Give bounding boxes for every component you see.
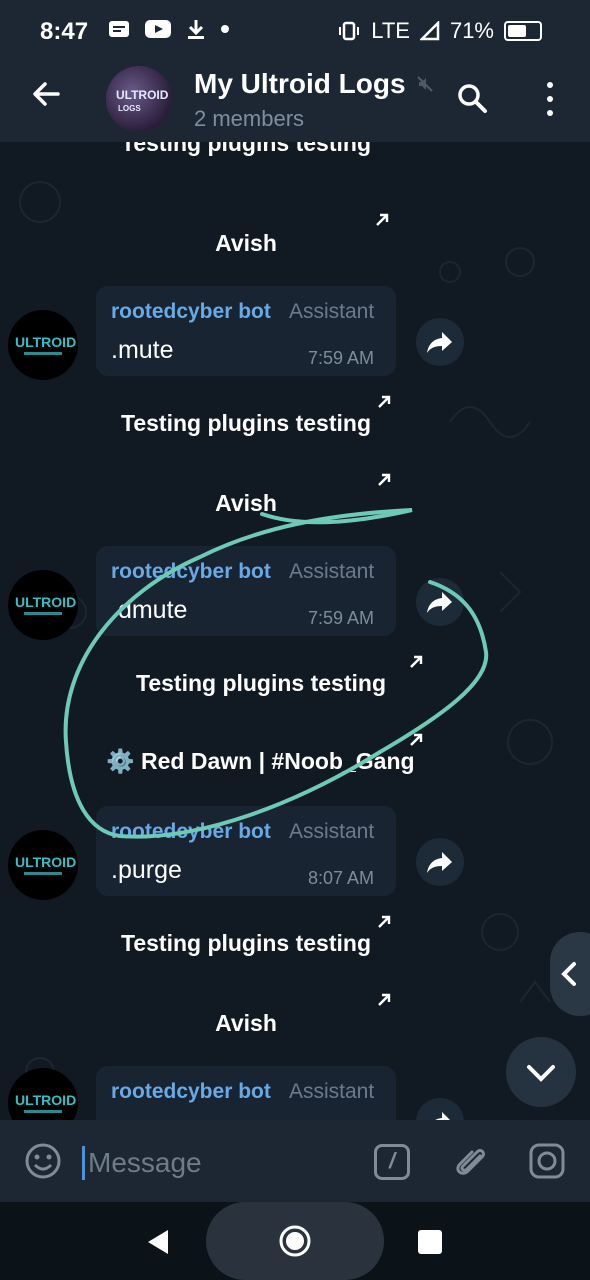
sender-name[interactable]: rootedcyber bot <box>111 1080 271 1104</box>
expand-arrow-icon[interactable] <box>376 992 392 1008</box>
bot-message-bubble[interactable]: rootedcyber bot Assistant .mute 7:59 AM <box>96 286 396 376</box>
message-text: Testing plugins testing <box>120 410 371 436</box>
status-system-icons: LTE 71% <box>337 18 542 44</box>
more-options-icon[interactable] <box>540 82 560 116</box>
avatar-text-line1: ULTROID <box>116 88 169 102</box>
network-type: LTE <box>371 18 410 43</box>
muted-speaker-icon <box>416 76 433 92</box>
message-input-bar: / <box>0 1120 590 1202</box>
group-name: My Ultroid Logs <box>194 68 406 99</box>
message-card[interactable]: Avish <box>96 202 396 276</box>
message-card[interactable]: Testing plugins testing <box>96 906 396 974</box>
expand-arrow-icon[interactable] <box>376 914 392 930</box>
message-text: Avish <box>215 230 277 256</box>
side-panel-toggle[interactable] <box>550 932 590 1016</box>
message-card[interactable]: Testing plugins testing <box>96 142 396 186</box>
expand-arrow-icon[interactable] <box>376 394 392 410</box>
message-time: 8:07 AM <box>308 868 375 888</box>
message-text: Avish <box>215 1010 277 1036</box>
expand-arrow-icon[interactable] <box>408 654 424 670</box>
sender-role: Assistant <box>289 560 375 583</box>
message-card[interactable]: Testing plugins testing <box>96 646 426 720</box>
forward-button[interactable] <box>416 1098 464 1120</box>
message-text: Testing plugins testing <box>120 142 371 156</box>
download-icon <box>188 20 204 39</box>
message-text: ⚙️ Red Dawn | #Noob_Gang <box>106 748 415 774</box>
nav-home-icon[interactable] <box>278 1224 312 1258</box>
nav-recents-icon[interactable] <box>418 1230 442 1254</box>
forward-button[interactable] <box>416 578 464 626</box>
chevron-left-icon <box>561 962 576 986</box>
sender-role: Assistant <box>289 1080 375 1103</box>
system-nav-bar <box>0 1202 590 1280</box>
message-text: .purge <box>111 856 182 884</box>
message-text: Avish <box>215 490 277 516</box>
bot-avatar-logo: ULTROID <box>15 854 77 870</box>
expand-arrow-icon[interactable] <box>408 732 424 748</box>
status-time: 8:47 <box>40 18 89 45</box>
sender-role: Assistant <box>289 300 375 323</box>
signal-icon <box>419 21 440 41</box>
camera-icon[interactable] <box>528 1142 566 1180</box>
status-notification-icons <box>108 18 230 40</box>
message-input[interactable] <box>86 1142 350 1184</box>
chat-title[interactable]: My Ultroid Logs <box>194 68 434 100</box>
sender-role: Assistant <box>289 820 375 843</box>
back-arrow-icon[interactable] <box>28 76 64 112</box>
sender-name[interactable]: rootedcyber bot <box>111 820 271 844</box>
chat-area[interactable]: Testing plugins testing Avish ULTROID ro… <box>0 142 590 1120</box>
bot-avatar[interactable]: ULTROID <box>8 830 78 900</box>
message-card[interactable]: ⚙️ Red Dawn | #Noob_Gang <box>96 724 426 794</box>
bot-avatar[interactable]: ULTROID <box>8 570 78 640</box>
bot-avatar[interactable]: ULTROID <box>8 310 78 380</box>
group-avatar[interactable]: ULTROID LOGS <box>106 66 172 132</box>
bot-commands-icon[interactable]: / <box>374 1144 410 1180</box>
search-icon[interactable] <box>456 82 488 114</box>
member-count: 2 members <box>194 106 305 131</box>
chevron-down-icon <box>527 1065 555 1082</box>
forward-icon <box>427 592 452 613</box>
vibrate-icon <box>339 21 360 41</box>
forward-icon <box>427 852 452 873</box>
sender-name[interactable]: rootedcyber bot <box>111 560 271 584</box>
youtube-icon <box>145 20 171 38</box>
forward-icon <box>435 1112 450 1120</box>
bot-avatar-logo: ULTROID <box>15 334 77 350</box>
bot-message-bubble[interactable]: rootedcyber bot Assistant .purge 8:07 AM <box>96 806 396 896</box>
forward-button[interactable] <box>416 318 464 366</box>
message-text: Testing plugins testing <box>120 930 371 956</box>
chat-header: ULTROID LOGS My Ultroid Logs 2 members <box>0 52 590 142</box>
attach-icon[interactable] <box>452 1142 490 1182</box>
forward-button[interactable] <box>416 838 464 886</box>
message-text: Testing plugins testing <box>135 670 386 696</box>
message-icon <box>109 21 129 37</box>
message-card[interactable]: Testing plugins testing <box>96 386 396 454</box>
message-card[interactable]: Avish <box>96 982 396 1056</box>
scroll-to-bottom-button[interactable] <box>506 1037 576 1107</box>
sender-name[interactable]: rootedcyber bot <box>111 300 271 324</box>
expand-arrow-icon[interactable] <box>374 212 390 228</box>
message-time: 7:59 AM <box>308 348 375 368</box>
message-text: .dmute <box>111 596 188 624</box>
message-text: .mute <box>111 336 174 364</box>
avatar-text-line2: LOGS <box>118 104 141 113</box>
expand-arrow-icon[interactable] <box>376 472 392 488</box>
forward-icon <box>427 332 452 353</box>
bot-message-bubble[interactable]: rootedcyber bot Assistant <box>96 1066 396 1120</box>
bot-avatar-logo: ULTROID <box>15 594 77 610</box>
battery-percent: 71% <box>449 18 494 43</box>
bot-message-bubble[interactable]: rootedcyber bot Assistant .dmute 7:59 AM <box>96 546 396 636</box>
emoji-icon[interactable] <box>24 1142 62 1180</box>
battery-icon <box>504 21 542 41</box>
message-card[interactable]: Avish <box>96 462 396 536</box>
text-cursor <box>82 1146 85 1180</box>
nav-back-icon[interactable] <box>144 1228 172 1256</box>
bot-avatar-logo: ULTROID <box>15 1092 77 1108</box>
dot-icon <box>221 25 229 33</box>
message-time: 7:59 AM <box>308 608 375 628</box>
